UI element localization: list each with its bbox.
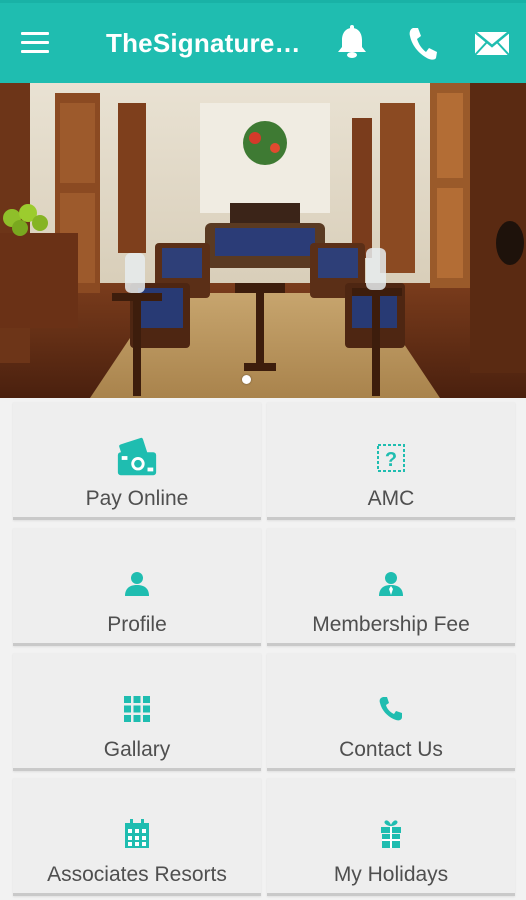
menu-grid: Pay Online ? AMC Profile Membership Fee …: [0, 398, 526, 900]
associates-resorts-label: Associates Resorts: [47, 863, 227, 886]
gallary-tile[interactable]: Gallary: [13, 653, 261, 771]
pay-online-tile[interactable]: Pay Online: [13, 402, 261, 520]
gift-icon: [369, 812, 413, 856]
banner-page-indicator: [242, 375, 251, 384]
app-bar: TheSignature…: [0, 3, 526, 83]
my-holidays-label: My Holidays: [333, 863, 449, 886]
phone-icon[interactable]: [402, 23, 442, 63]
grid-icon: [115, 687, 159, 731]
membership-fee-label: Membership Fee: [312, 613, 470, 636]
app-title: TheSignature…: [106, 28, 301, 58]
amc-tile[interactable]: ? AMC: [267, 402, 515, 520]
banner-image[interactable]: [0, 83, 526, 398]
contact-us-tile[interactable]: Contact Us: [267, 653, 515, 771]
amc-label: AMC: [367, 487, 415, 510]
contact-us-label: Contact Us: [339, 738, 443, 761]
associates-resorts-tile[interactable]: Associates Resorts: [13, 778, 261, 896]
pay-online-label: Pay Online: [85, 487, 189, 510]
gallary-label: Gallary: [103, 738, 171, 761]
bell-icon[interactable]: [332, 23, 372, 63]
svg-text:?: ?: [385, 449, 397, 471]
profile-tile[interactable]: Profile: [13, 528, 261, 646]
membership-fee-tile[interactable]: Membership Fee: [267, 528, 515, 646]
building-icon: [115, 812, 159, 856]
phone-icon: [369, 687, 413, 731]
person-tie-icon: [369, 562, 413, 606]
my-holidays-tile[interactable]: My Holidays: [267, 778, 515, 896]
mail-icon[interactable]: [472, 23, 512, 63]
profile-label: Profile: [107, 613, 167, 636]
menu-icon[interactable]: [18, 25, 52, 59]
payment-icon: [115, 436, 159, 480]
question-icon: ?: [369, 436, 413, 480]
person-icon: [115, 562, 159, 606]
